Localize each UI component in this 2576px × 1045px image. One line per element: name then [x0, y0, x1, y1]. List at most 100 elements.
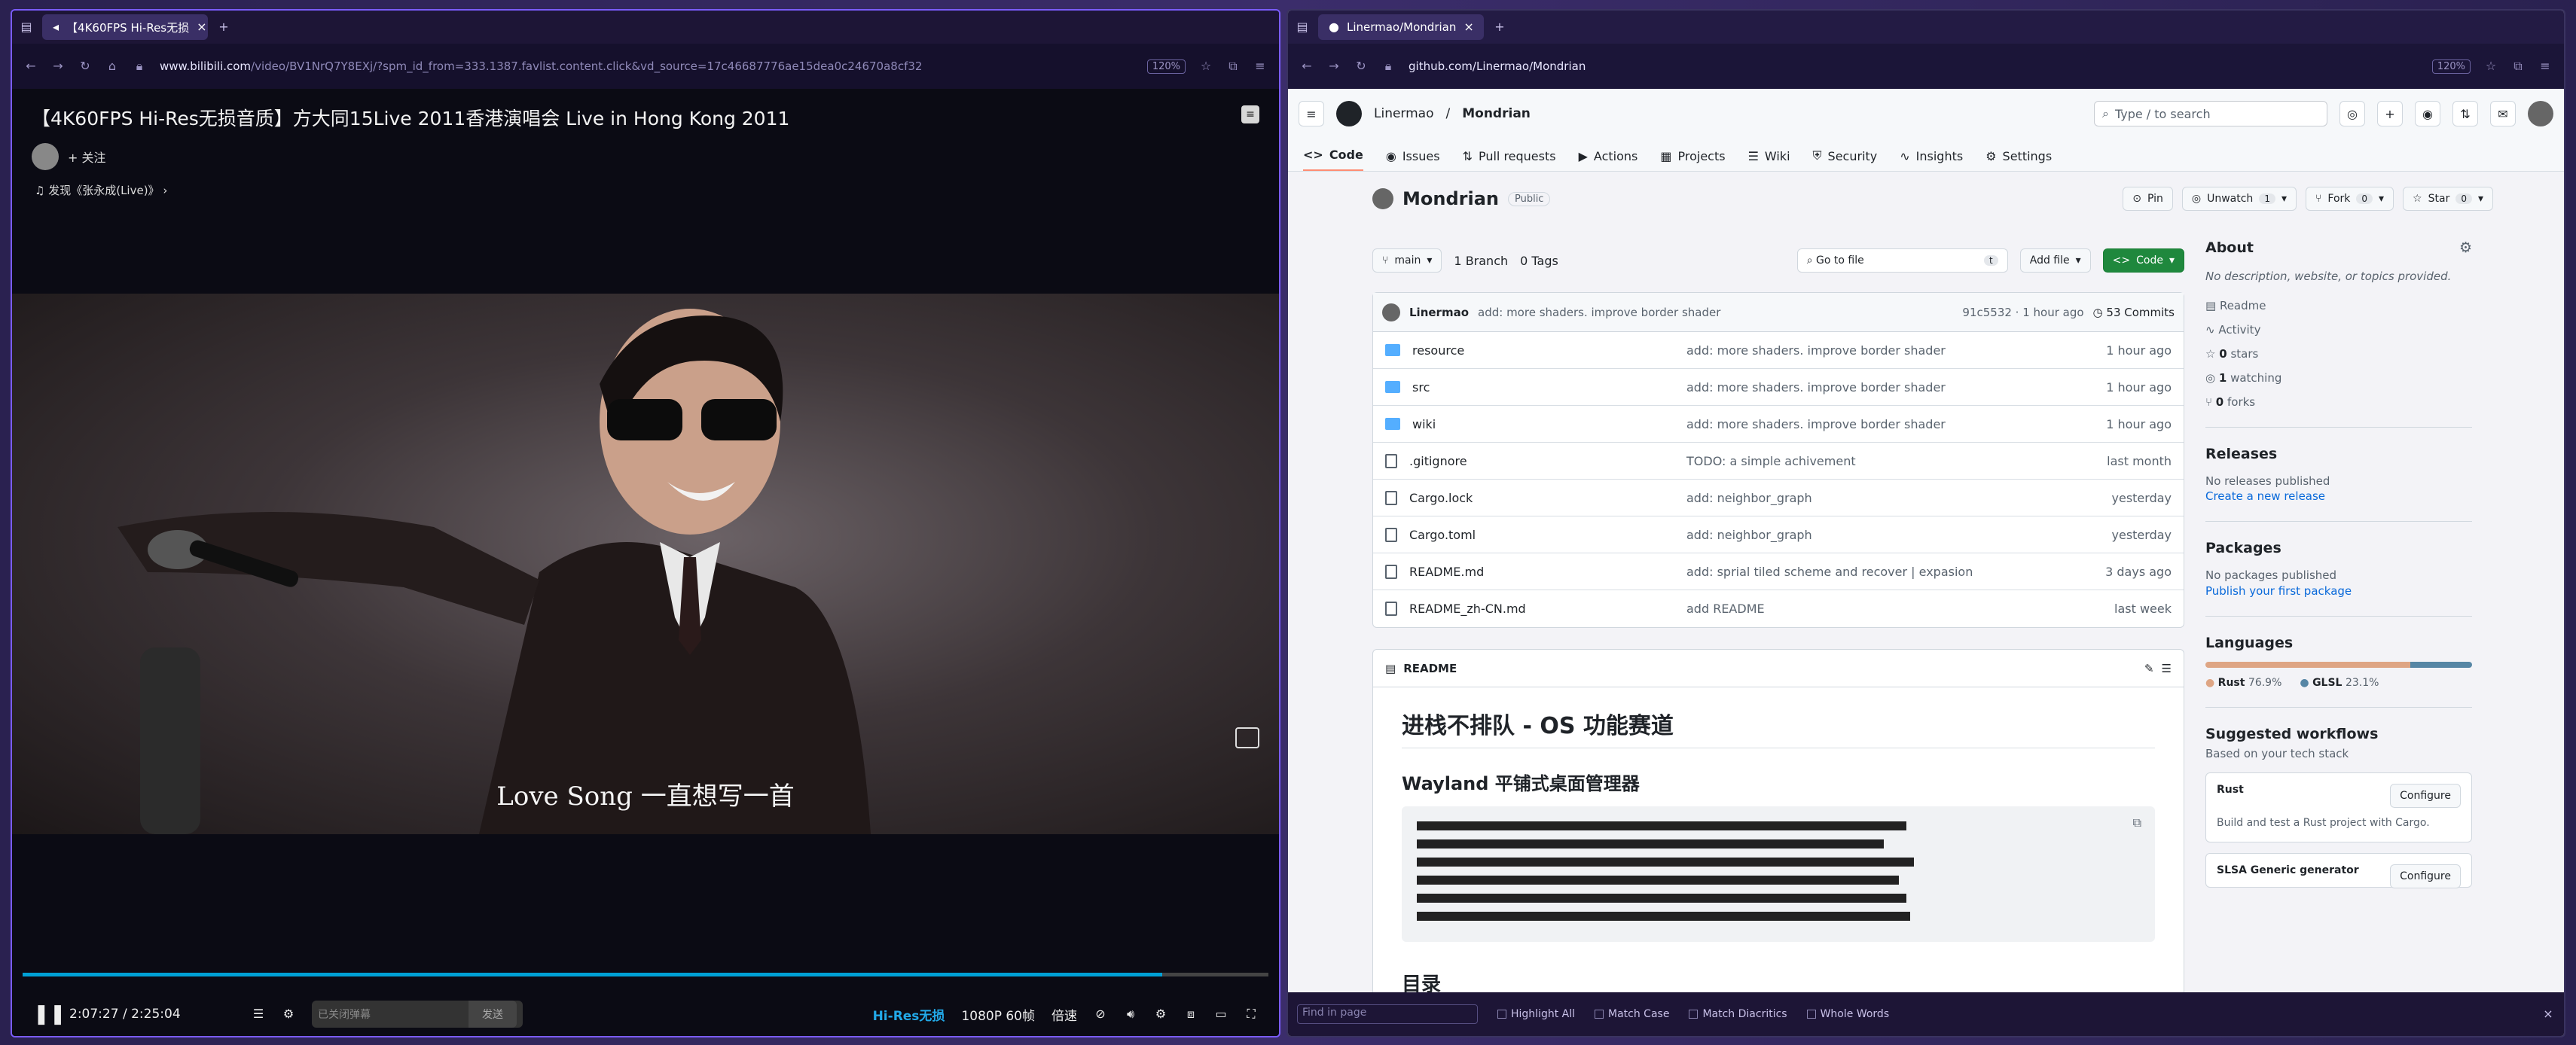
file-name[interactable]: README.md — [1409, 565, 1484, 579]
find-input[interactable]: Find in page — [1297, 1004, 1478, 1024]
file-row[interactable]: resource add: more shaders. improve borde… — [1373, 332, 2184, 369]
danmaku-toggle-icon[interactable]: ☰ — [252, 1007, 265, 1021]
configure-button[interactable]: Configure — [2390, 864, 2461, 888]
branches-link[interactable]: 1 Branch — [1454, 254, 1508, 268]
menu-icon[interactable]: ≡ — [1253, 59, 1267, 73]
readme-link[interactable]: ▤ Readme — [2205, 299, 2472, 312]
goto-file-input[interactable]: ⌕ Go to file t — [1796, 248, 2008, 273]
volume-icon[interactable]: 🔊︎ — [1124, 1007, 1137, 1021]
tab-issues[interactable]: ◉ Issues — [1386, 149, 1440, 171]
repo-title[interactable]: Mondrian — [1402, 188, 1499, 209]
match-diacritics-checkbox[interactable]: Match Diacritics — [1689, 1008, 1787, 1020]
zoom-level[interactable]: 120% — [2431, 59, 2471, 74]
watching-link[interactable]: ◎ 1 watching — [2205, 371, 2472, 385]
file-commit-message[interactable]: add: more shaders. improve border shader — [1686, 343, 2106, 358]
releases-title[interactable]: Releases — [2205, 446, 2472, 462]
pin-button[interactable]: ⊙ Pin — [2123, 187, 2173, 211]
picture-in-picture-icon[interactable] — [1235, 727, 1259, 748]
language-item[interactable]: ● GLSL 23.1% — [2300, 677, 2379, 689]
whole-words-checkbox[interactable]: Whole Words — [1806, 1008, 1889, 1020]
file-commit-message[interactable]: add: sprial tiled scheme and recover | e… — [1686, 565, 2105, 579]
plus-icon[interactable]: + — [2377, 101, 2403, 126]
video-frame[interactable]: Love Song 一直想写一首 — [12, 294, 1279, 834]
star-button[interactable]: ☆ Star 0 ▾ — [2403, 187, 2493, 211]
language-item[interactable]: ● Rust 76.9% — [2205, 677, 2281, 689]
file-row[interactable]: README.md add: sprial tiled scheme and re… — [1373, 553, 2184, 590]
github-logo-icon[interactable] — [1336, 101, 1362, 126]
hamburger-icon[interactable]: ≡ — [1299, 101, 1324, 126]
speed-selector[interactable]: 倍速 — [1051, 1005, 1077, 1024]
search-input[interactable]: ⌕ Type / to search — [2094, 101, 2327, 126]
back-icon[interactable]: ← — [1300, 59, 1314, 73]
tab-security[interactable]: ⛨ Security — [1813, 148, 1878, 171]
breadcrumb-repo[interactable]: Mondrian — [1462, 106, 1531, 121]
issues-icon[interactable]: ◉ — [2415, 101, 2440, 126]
quality-selector[interactable]: 1080P 60帧 — [961, 1005, 1035, 1024]
tags-link[interactable]: 0 Tags — [1520, 254, 1558, 268]
close-tab-icon[interactable]: × — [197, 20, 206, 34]
file-name[interactable]: Cargo.lock — [1409, 491, 1473, 505]
sidebar-toggle-icon[interactable]: ▤ — [1296, 20, 1309, 34]
avatar[interactable] — [32, 143, 59, 170]
forward-icon[interactable]: → — [51, 59, 65, 73]
file-name[interactable]: wiki — [1412, 417, 1436, 431]
add-file-button[interactable]: Add file ▾ — [2019, 248, 2091, 273]
readme-tab[interactable]: README — [1403, 662, 1457, 675]
home-icon[interactable]: ⌂ — [105, 59, 119, 73]
file-commit-message[interactable]: add: neighbor_graph — [1686, 491, 2112, 505]
highlight-all-checkbox[interactable]: Highlight All — [1497, 1008, 1575, 1020]
outline-icon[interactable]: ☰ — [2162, 662, 2172, 675]
file-name[interactable]: README_zh-CN.md — [1409, 602, 1526, 616]
tab-github[interactable]: ● Linermao/Mondrian × — [1318, 14, 1484, 40]
commit-message[interactable]: add: more shaders. improve border shader — [1478, 306, 1720, 319]
code-button[interactable]: <> Code ▾ — [2102, 248, 2184, 273]
tab-pull-requests[interactable]: ⇅ Pull requests — [1463, 149, 1556, 171]
subtitle-off-icon[interactable]: ⊘ — [1094, 1007, 1107, 1021]
widescreen-icon[interactable]: ▭ — [1214, 1007, 1228, 1021]
hires-button[interactable]: Hi-Res无损 — [873, 1005, 945, 1024]
pull-requests-icon[interactable]: ⇅ — [2452, 101, 2478, 126]
close-tab-icon[interactable]: × — [1463, 20, 1473, 34]
url-bar[interactable]: www.bilibili.com/video/BV1NrQ7Y8EXj/?spm… — [160, 59, 1134, 73]
avatar[interactable] — [1382, 303, 1400, 321]
zoom-level[interactable]: 120% — [1146, 59, 1186, 74]
file-row[interactable]: .gitignore TODO: a simple achivement last … — [1373, 443, 2184, 480]
breadcrumb-owner[interactable]: Linermao — [1374, 106, 1434, 121]
file-name[interactable]: src — [1412, 380, 1430, 395]
bookmark-star-icon[interactable]: ☆ — [2484, 59, 2498, 73]
commit-author[interactable]: Linermao — [1409, 306, 1469, 319]
forks-link[interactable]: ⑂ 0 forks — [2205, 395, 2472, 409]
copilot-icon[interactable]: ◎ — [2339, 101, 2365, 126]
file-name[interactable]: resource — [1412, 343, 1464, 358]
gear-icon[interactable]: ⚙︎ — [2459, 239, 2472, 256]
reload-icon[interactable]: ↻ — [78, 59, 92, 73]
tab-insights[interactable]: ∿ Insights — [1900, 149, 1963, 171]
file-commit-message[interactable]: add README — [1686, 602, 2114, 616]
packages-title[interactable]: Packages — [2205, 540, 2472, 556]
edit-icon[interactable]: ✎ — [2144, 662, 2154, 675]
extensions-icon[interactable]: ⧉ — [2511, 59, 2525, 73]
forward-icon[interactable]: → — [1327, 59, 1341, 73]
file-row[interactable]: Cargo.toml add: neighbor_graph yesterday — [1373, 516, 2184, 553]
tab-code[interactable]: <> Code — [1303, 148, 1363, 171]
fullscreen-icon[interactable]: ⛶ — [1244, 1007, 1258, 1021]
close-find-icon[interactable]: × — [2541, 1007, 2555, 1021]
file-commit-message[interactable]: add: neighbor_graph — [1686, 528, 2112, 542]
tab-actions[interactable]: ▶ Actions — [1579, 149, 1638, 171]
commits-link[interactable]: ◷ 53 Commits — [2093, 306, 2175, 319]
speaker-icon[interactable]: ◂ — [53, 20, 59, 34]
pip-icon[interactable]: ⧈ — [1184, 1007, 1198, 1021]
music-link[interactable]: ♫ 发现《张永成(Live)》 › — [35, 182, 167, 198]
configure-button[interactable]: Configure — [2390, 784, 2461, 808]
file-commit-message[interactable]: add: more shaders. improve border shader — [1686, 380, 2106, 395]
file-row[interactable]: src add: more shaders. improve border sha… — [1373, 369, 2184, 406]
danmaku-input[interactable]: 已关闭弹幕 发送 — [312, 1001, 523, 1028]
match-case-checkbox[interactable]: Match Case — [1595, 1008, 1669, 1020]
pause-icon[interactable]: ❚❚ — [33, 1003, 66, 1025]
tab-projects[interactable]: ▦ Projects — [1660, 149, 1725, 171]
follow-button[interactable]: + 关注 — [68, 148, 106, 166]
copy-icon[interactable]: ⧉ — [2133, 815, 2141, 830]
danmaku-settings-icon[interactable]: ⚙︎ — [282, 1007, 295, 1021]
file-row[interactable]: Cargo.lock add: neighbor_graph yesterday — [1373, 480, 2184, 516]
url-bar[interactable]: github.com/Linermao/Mondrian — [1409, 59, 2419, 73]
